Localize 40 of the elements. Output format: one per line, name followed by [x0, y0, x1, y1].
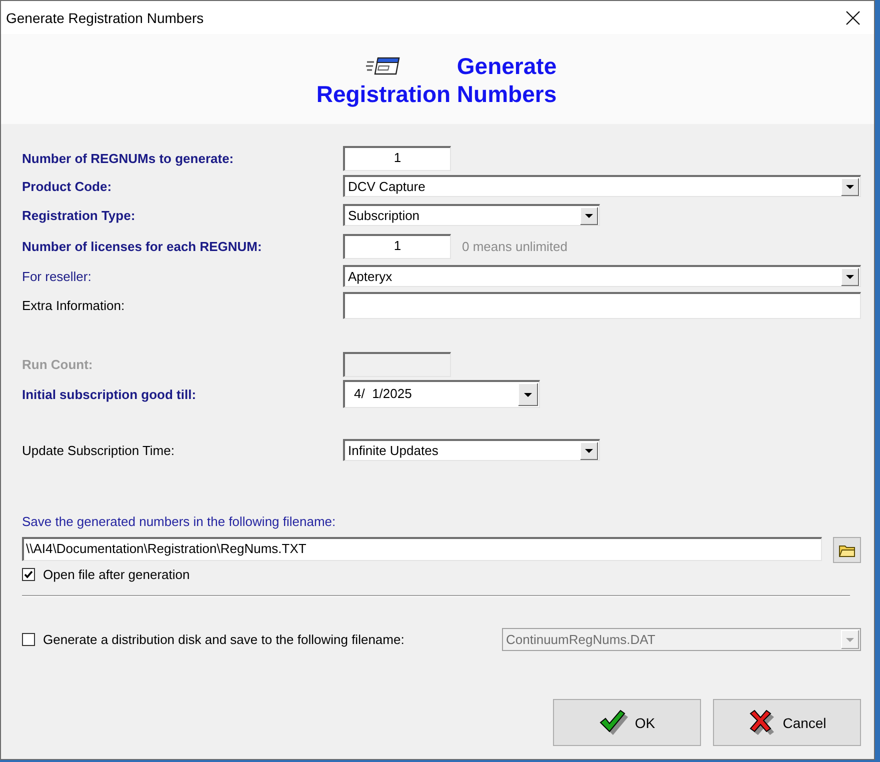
dropdown[interactable]: Subscription — [343, 204, 600, 226]
window-icon — [366, 56, 400, 76]
checkmark-icon — [598, 709, 628, 736]
caret-icon[interactable] — [841, 178, 859, 196]
checkbox-label: Open file after generation — [43, 566, 190, 582]
ok-button[interactable]: OK — [553, 699, 701, 746]
dropdown[interactable]: DCV Capture — [343, 175, 861, 197]
field-label: Initial subscription good till: — [22, 386, 198, 402]
field-label: For reseller: — [22, 268, 92, 284]
window-title: Generate Registration Numbers — [6, 10, 204, 26]
cancel-button[interactable]: Cancel — [713, 699, 861, 746]
caret-icon[interactable] — [841, 268, 859, 286]
field-label: Registration Type: — [22, 208, 136, 222]
date-picker[interactable]: 4/ 1/2025 — [343, 380, 540, 408]
caret-icon[interactable] — [518, 383, 538, 406]
caret-icon[interactable] — [580, 206, 598, 224]
field-label: Update Subscription Time: — [22, 442, 176, 458]
number-field[interactable]: 1 — [343, 234, 451, 259]
number-field[interactable]: 1 — [343, 146, 451, 171]
caret-icon[interactable] — [580, 442, 598, 460]
field-label: Run Count: — [22, 357, 94, 372]
field-label: Number of licenses for each REGNUM: — [22, 239, 263, 254]
section-label: Save the generated numbers in the following filename: — [22, 514, 336, 530]
checkbox[interactable] — [22, 568, 35, 580]
browse-button[interactable] — [833, 537, 861, 563]
hint-text: 0 means unlimited — [462, 239, 568, 254]
field-label: Extra Information: — [22, 298, 126, 313]
cross-icon — [748, 709, 776, 736]
checkbox-label: Generate a distribution disk and save to the following filename: — [43, 632, 404, 647]
dropdown[interactable]: Infinite Updates — [343, 439, 600, 461]
text-field[interactable] — [343, 292, 861, 319]
field-label: Product Code: — [22, 178, 113, 194]
checkbox[interactable] — [22, 633, 35, 646]
dropdown[interactable]: Apteryx — [343, 265, 861, 287]
file-path-field[interactable]: \\AI4\Documentation\Registration\RegNums.TXT — [22, 537, 822, 561]
field-label: Number of REGNUMs to generate: — [22, 151, 235, 166]
header-title: Generate — [456, 52, 557, 80]
close-icon[interactable] — [846, 10, 860, 24]
header-title: Registration Numbers — [316, 80, 557, 108]
folder-icon — [839, 544, 855, 556]
